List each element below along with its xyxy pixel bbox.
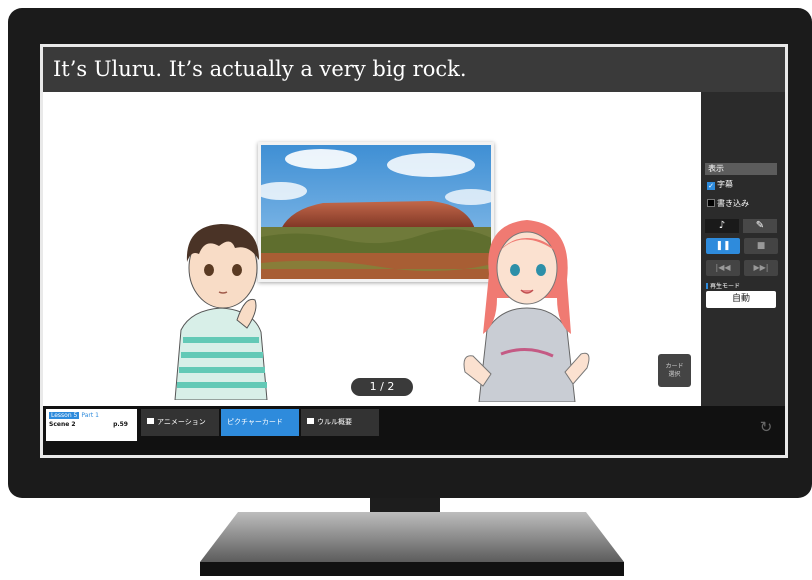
video-icon xyxy=(307,418,314,424)
tab-picture-card[interactable]: ピクチャーカード xyxy=(221,409,299,436)
subtitle-caption: It’s Uluru. It’s actually a very big roc… xyxy=(43,47,785,92)
app-screen: It’s Uluru. It’s actually a very big roc… xyxy=(40,44,788,458)
pause-icon: ❚❚ xyxy=(715,241,731,251)
skip-back-icon: |◀◀ xyxy=(715,263,731,272)
display-heading: 表示 xyxy=(705,163,777,175)
monitor-stand xyxy=(200,512,624,576)
lesson-tag: Lesson 5 xyxy=(49,412,80,419)
playback-mode-select[interactable]: 自動 xyxy=(706,291,776,308)
bottom-navigation: Lesson 5 Part 1 Scene 2 p.59 アニメーション ピクチャ… xyxy=(43,406,785,455)
tab-uluru-overview-label: ウルル概要 xyxy=(317,418,352,426)
subtitles-label: 字幕 xyxy=(717,180,733,189)
subtitles-toggle[interactable]: ✓ 字幕 xyxy=(707,180,733,190)
scene-label: Scene 2 xyxy=(49,421,76,428)
mode-marker-icon xyxy=(706,283,708,289)
playback-mode-text: 再生モード xyxy=(710,283,741,290)
lesson-footer: Scene 2 p.59 xyxy=(49,421,134,430)
stop-icon: ■ xyxy=(756,241,766,251)
next-button[interactable]: ▶▶| xyxy=(744,260,778,276)
tab-animation-label: アニメーション xyxy=(157,418,206,426)
checkbox-checked-icon: ✓ xyxy=(707,182,715,190)
picture-card-stage: 1 / 2 カード 選択 xyxy=(43,92,701,406)
lesson-part: Part 1 xyxy=(81,412,99,419)
reset-icon[interactable]: ↻ xyxy=(755,416,777,438)
pause-button[interactable]: ❚❚ xyxy=(706,238,740,254)
skip-forward-icon: ▶▶| xyxy=(753,263,769,272)
page-indicator: 1 / 2 xyxy=(351,378,413,396)
tab-animation[interactable]: アニメーション xyxy=(141,409,219,436)
girl-character xyxy=(461,204,593,403)
pencil-icon: ✎ xyxy=(755,220,765,231)
panel-tabs: ♪ ✎ xyxy=(705,219,779,233)
audio-tab[interactable]: ♪ xyxy=(705,219,739,233)
lesson-header: Lesson 5 Part 1 xyxy=(49,412,134,419)
card-select-label-1: カード xyxy=(665,363,684,370)
video-icon xyxy=(147,418,154,424)
boy-character xyxy=(161,210,281,401)
tab-picture-card-label: ピクチャーカード xyxy=(227,418,283,426)
uluru-photo xyxy=(258,142,494,282)
tab-uluru-overview[interactable]: ウルル概要 xyxy=(301,409,379,436)
pen-tab[interactable]: ✎ xyxy=(743,219,777,233)
stop-button[interactable]: ■ xyxy=(744,238,778,254)
playback-mode-label: 再生モード xyxy=(706,281,740,290)
monitor-bezel: It’s Uluru. It’s actually a very big roc… xyxy=(8,8,812,498)
previous-button[interactable]: |◀◀ xyxy=(706,260,740,276)
lesson-info[interactable]: Lesson 5 Part 1 Scene 2 p.59 xyxy=(46,409,137,441)
checkbox-unchecked-icon xyxy=(707,199,715,207)
writing-toggle[interactable]: 書き込み xyxy=(707,199,749,209)
control-panel: 表示 ✓ 字幕 書き込み ♪ ✎ ❚❚ ■ |◀◀ ▶▶| 再生モード 自動 xyxy=(701,92,785,406)
card-select-label-2: 選択 xyxy=(668,371,681,378)
music-note-icon: ♪ xyxy=(718,220,726,231)
card-select-button[interactable]: カード 選択 xyxy=(658,354,691,387)
page-label: p.59 xyxy=(113,421,128,428)
writing-label: 書き込み xyxy=(717,199,749,208)
